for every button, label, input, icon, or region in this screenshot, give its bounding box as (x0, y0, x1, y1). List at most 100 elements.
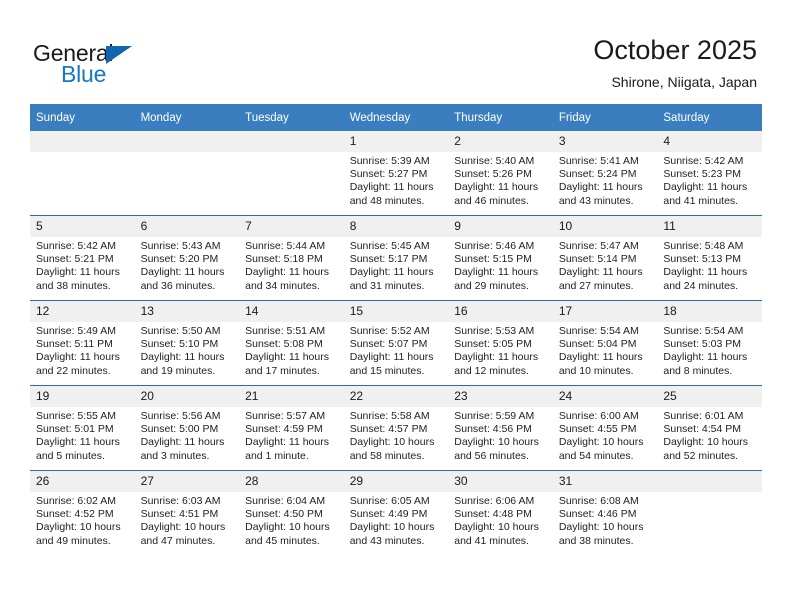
sunset-text: Sunset: 4:48 PM (454, 508, 532, 521)
calendar-day-cell[interactable]: 2 Sunrise: 5:40 AM Sunset: 5:26 PM Daylight… (448, 131, 553, 216)
sunset-text: Sunset: 5:08 PM (245, 338, 323, 351)
calendar-day-cell[interactable]: 1 Sunrise: 5:39 AM Sunset: 5:27 PM Daylight… (343, 131, 449, 216)
day-number: 9 (448, 216, 553, 237)
daylight-text: Daylight: 10 hours and 58 minutes. (349, 436, 435, 462)
day-details: Sunrise: 5:44 AM Sunset: 5:18 PM Daylight:… (239, 237, 344, 293)
calendar-day-cell[interactable]: 16 Sunrise: 5:53 AM Sunset: 5:05 PM Dayligh… (448, 300, 553, 386)
calendar-day-cell[interactable]: 7 Sunrise: 5:44 AM Sunset: 5:18 PM Daylight… (239, 215, 344, 301)
sunset-text: Sunset: 5:10 PM (140, 338, 219, 351)
calendar-week-row: 12 Sunrise: 5:49 AM Sunset: 5:11 PM Dayligh… (30, 300, 762, 386)
sunset-text: Sunset: 4:56 PM (454, 423, 532, 436)
calendar-day-cell[interactable]: 28 Sunrise: 6:04 AM Sunset: 4:50 PM Dayligh… (239, 470, 344, 555)
calendar-day-cell[interactable]: 20 Sunrise: 5:56 AM Sunset: 5:00 PM Dayligh… (134, 385, 240, 471)
sunrise-text: Sunrise: 5:58 AM (349, 410, 430, 422)
sunrise-text: Sunrise: 5:44 AM (245, 240, 326, 252)
daylight-text: Daylight: 11 hours and 12 minutes. (454, 351, 539, 377)
sunset-text: Sunset: 5:05 PM (454, 338, 532, 351)
day-details: Sunrise: 6:06 AM Sunset: 4:48 PM Daylight:… (448, 492, 553, 548)
day-number (30, 131, 135, 152)
daylight-text: Daylight: 11 hours and 1 minute. (245, 436, 329, 462)
sunrise-text: Sunrise: 6:03 AM (140, 495, 221, 507)
day-details: Sunrise: 6:01 AM Sunset: 4:54 PM Daylight:… (657, 407, 762, 463)
day-number: 10 (552, 216, 658, 237)
day-number: 29 (343, 471, 449, 492)
sunset-text: Sunset: 4:57 PM (349, 423, 428, 436)
day-number: 23 (448, 386, 553, 407)
daylight-text: Daylight: 10 hours and 49 minutes. (36, 521, 121, 547)
calendar-day-cell[interactable]: 24 Sunrise: 6:00 AM Sunset: 4:55 PM Dayligh… (552, 385, 658, 471)
sunrise-text: Sunrise: 5:52 AM (349, 325, 430, 337)
day-details: Sunrise: 5:52 AM Sunset: 5:07 PM Daylight:… (344, 322, 449, 378)
calendar-day-cell[interactable]: 17 Sunrise: 5:54 AM Sunset: 5:04 PM Dayligh… (552, 300, 658, 386)
calendar-day-cell[interactable]: 5 Sunrise: 5:42 AM Sunset: 5:21 PM Daylight… (30, 215, 135, 301)
day-details: Sunrise: 5:47 AM Sunset: 5:14 PM Daylight:… (553, 237, 658, 293)
weekday-header-row: Sunday Monday Tuesday Wednesday Thursday… (30, 104, 762, 131)
calendar-day-cell[interactable]: 10 Sunrise: 5:47 AM Sunset: 5:14 PM Dayligh… (552, 215, 658, 301)
day-number: 27 (134, 471, 240, 492)
calendar-day-cell[interactable]: 15 Sunrise: 5:52 AM Sunset: 5:07 PM Dayligh… (343, 300, 449, 386)
sunrise-text: Sunrise: 6:08 AM (558, 495, 639, 507)
calendar-day-cell[interactable]: 18 Sunrise: 5:54 AM Sunset: 5:03 PM Dayligh… (657, 300, 762, 386)
calendar-day-cell[interactable]: 23 Sunrise: 5:59 AM Sunset: 4:56 PM Dayligh… (448, 385, 553, 471)
daylight-text: Daylight: 11 hours and 15 minutes. (349, 351, 434, 377)
sunset-text: Sunset: 4:51 PM (140, 508, 219, 521)
day-number: 24 (552, 386, 658, 407)
weekday-header-sunday: Sunday (30, 104, 135, 131)
day-details: Sunrise: 5:40 AM Sunset: 5:26 PM Daylight:… (448, 152, 553, 208)
sunrise-text: Sunrise: 5:42 AM (36, 240, 116, 252)
calendar-day-cell[interactable]: 19 Sunrise: 5:55 AM Sunset: 5:01 PM Dayligh… (30, 385, 135, 471)
day-details: Sunrise: 5:54 AM Sunset: 5:04 PM Daylight:… (553, 322, 658, 378)
calendar-day-cell[interactable]: 6 Sunrise: 5:43 AM Sunset: 5:20 PM Daylight… (134, 215, 240, 301)
day-number: 22 (343, 386, 449, 407)
day-details: Sunrise: 5:59 AM Sunset: 4:56 PM Daylight:… (448, 407, 553, 463)
calendar-day-cell[interactable]: 22 Sunrise: 5:58 AM Sunset: 4:57 PM Dayligh… (343, 385, 449, 471)
weekday-header-thursday: Thursday (448, 104, 553, 131)
sunrise-text: Sunrise: 5:45 AM (349, 240, 430, 252)
sunset-text: Sunset: 5:13 PM (663, 253, 742, 266)
sunrise-text: Sunrise: 5:55 AM (36, 410, 116, 422)
calendar-day-cell[interactable]: 4 Sunrise: 5:42 AM Sunset: 5:23 PM Daylight… (657, 131, 762, 216)
daylight-text: Daylight: 11 hours and 3 minutes. (140, 436, 225, 462)
daylight-text: Daylight: 10 hours and 52 minutes. (663, 436, 749, 462)
sunset-text: Sunset: 5:14 PM (558, 253, 637, 266)
sunrise-text: Sunrise: 5:43 AM (140, 240, 221, 252)
day-details: Sunrise: 6:08 AM Sunset: 4:46 PM Daylight:… (553, 492, 658, 548)
day-details: Sunrise: 5:48 AM Sunset: 5:13 PM Daylight:… (657, 237, 762, 293)
calendar-day-cell[interactable]: 8 Sunrise: 5:45 AM Sunset: 5:17 PM Daylight… (343, 215, 449, 301)
sunset-text: Sunset: 4:54 PM (663, 423, 742, 436)
calendar-day-cell[interactable]: 12 Sunrise: 5:49 AM Sunset: 5:11 PM Dayligh… (30, 300, 135, 386)
calendar-day-cell-empty (30, 131, 135, 216)
calendar-day-cell[interactable]: 27 Sunrise: 6:03 AM Sunset: 4:51 PM Dayligh… (134, 470, 240, 555)
daylight-text: Daylight: 11 hours and 10 minutes. (558, 351, 643, 377)
sunrise-text: Sunrise: 6:00 AM (558, 410, 639, 422)
calendar-day-cell[interactable]: 21 Sunrise: 5:57 AM Sunset: 4:59 PM Dayligh… (239, 385, 344, 471)
calendar-day-cell[interactable]: 30 Sunrise: 6:06 AM Sunset: 4:48 PM Dayligh… (448, 470, 553, 555)
calendar-day-cell[interactable]: 11 Sunrise: 5:48 AM Sunset: 5:13 PM Dayligh… (657, 215, 762, 301)
sunset-text: Sunset: 5:15 PM (454, 253, 532, 266)
day-number: 3 (552, 131, 658, 152)
sunset-text: Sunset: 5:26 PM (454, 168, 532, 181)
calendar-day-cell[interactable]: 14 Sunrise: 5:51 AM Sunset: 5:08 PM Dayligh… (239, 300, 344, 386)
calendar-day-cell[interactable]: 25 Sunrise: 6:01 AM Sunset: 4:54 PM Dayligh… (657, 385, 762, 471)
day-details: Sunrise: 5:42 AM Sunset: 5:21 PM Daylight:… (30, 237, 135, 293)
sunrise-text: Sunrise: 5:49 AM (36, 325, 116, 337)
calendar-day-cell[interactable]: 29 Sunrise: 6:05 AM Sunset: 4:49 PM Dayligh… (343, 470, 449, 555)
daylight-text: Daylight: 11 hours and 38 minutes. (36, 266, 120, 292)
day-number (239, 131, 344, 152)
sunrise-text: Sunrise: 5:51 AM (245, 325, 326, 337)
sunrise-text: Sunrise: 6:01 AM (663, 410, 744, 422)
calendar-day-cell[interactable]: 26 Sunrise: 6:02 AM Sunset: 4:52 PM Dayligh… (30, 470, 135, 555)
day-number: 8 (343, 216, 449, 237)
sunset-text: Sunset: 4:55 PM (558, 423, 637, 436)
weekday-header-monday: Monday (134, 104, 240, 131)
calendar-day-cell[interactable]: 9 Sunrise: 5:46 AM Sunset: 5:15 PM Daylight… (448, 215, 553, 301)
day-details: Sunrise: 5:43 AM Sunset: 5:20 PM Daylight:… (135, 237, 240, 293)
sunrise-text: Sunrise: 5:57 AM (245, 410, 326, 422)
daylight-text: Daylight: 10 hours and 54 minutes. (558, 436, 644, 462)
page-header: General Blue October 2025 Shirone, Niiga… (0, 0, 792, 104)
calendar-day-cell[interactable]: 3 Sunrise: 5:41 AM Sunset: 5:24 PM Daylight… (552, 131, 658, 216)
calendar-day-cell[interactable]: 31 Sunrise: 6:08 AM Sunset: 4:46 PM Dayligh… (552, 470, 658, 555)
calendar-day-cell[interactable]: 13 Sunrise: 5:50 AM Sunset: 5:10 PM Dayligh… (134, 300, 240, 386)
daylight-text: Daylight: 10 hours and 41 minutes. (454, 521, 539, 547)
calendar-page: General Blue October 2025 Shirone, Niiga… (0, 0, 792, 612)
